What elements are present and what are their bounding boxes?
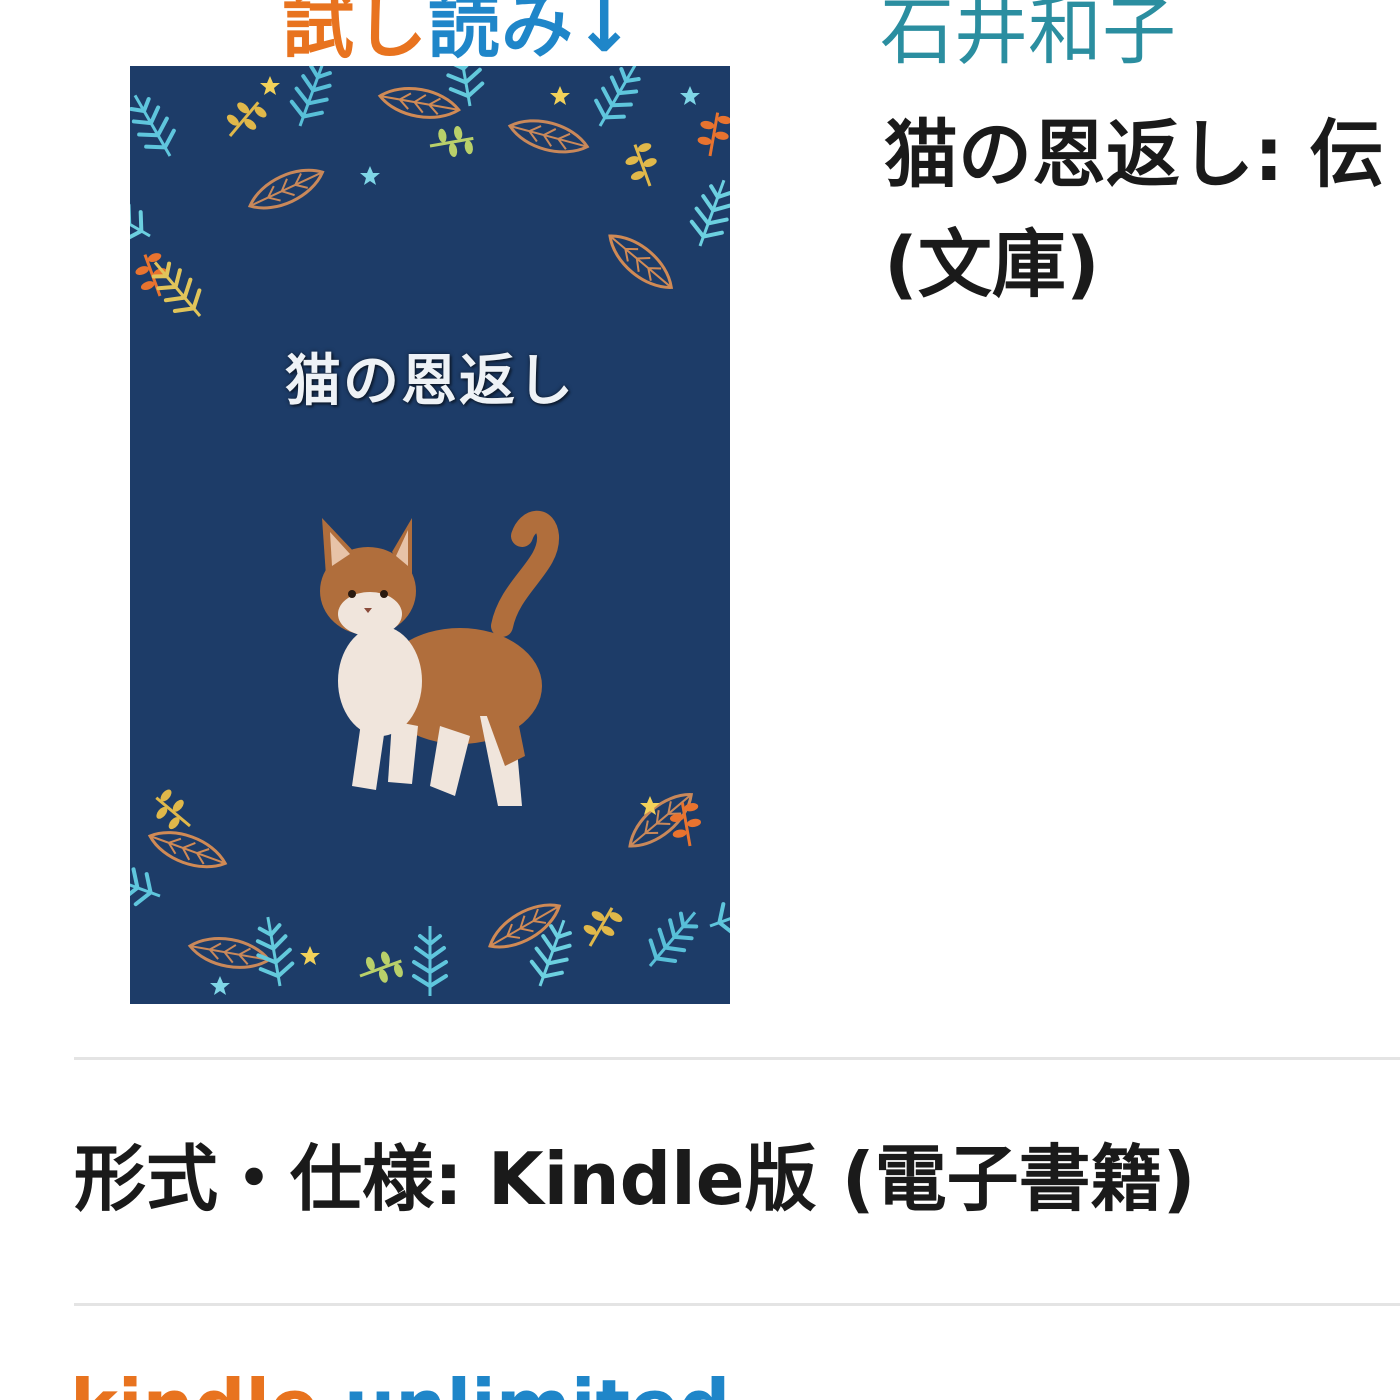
cover-cat-illustration: [320, 510, 559, 806]
author-link[interactable]: 石井和子: [880, 0, 1176, 72]
look-inside-label-part1: 試し: [282, 0, 429, 68]
kindle-unlimited-logo: kindle unlimited: [70, 1370, 730, 1400]
product-page: 試し 読み ↓ 猫の恩返し 石井和子 猫の恩返し: 伝 (文庫) 形式・仕様: …: [0, 0, 1400, 1400]
look-inside-label-part2: 読み: [428, 0, 575, 68]
kindle-unlimited-part1: kindle: [70, 1364, 319, 1400]
look-inside-link[interactable]: 試し 読み ↓: [282, 0, 635, 62]
down-arrow-icon: ↓: [574, 0, 636, 68]
cover-title: 猫の恩返し: [285, 349, 575, 414]
product-title-line2: (文庫): [884, 222, 1100, 308]
product-title: 猫の恩返し: 伝 (文庫): [884, 100, 1400, 320]
format-spec: 形式・仕様: Kindle版 (電子書籍): [74, 1137, 1196, 1221]
product-title-line1: 猫の恩返し: 伝: [884, 112, 1384, 198]
cover-foliage-bottom: [130, 782, 730, 998]
kindle-unlimited-part2: unlimited: [344, 1364, 730, 1400]
cover-foliage-top: [130, 66, 730, 329]
divider: [74, 1057, 1400, 1060]
book-cover-image[interactable]: 猫の恩返し: [130, 66, 730, 1004]
cover-artwork: [130, 66, 730, 998]
divider: [74, 1303, 1400, 1306]
